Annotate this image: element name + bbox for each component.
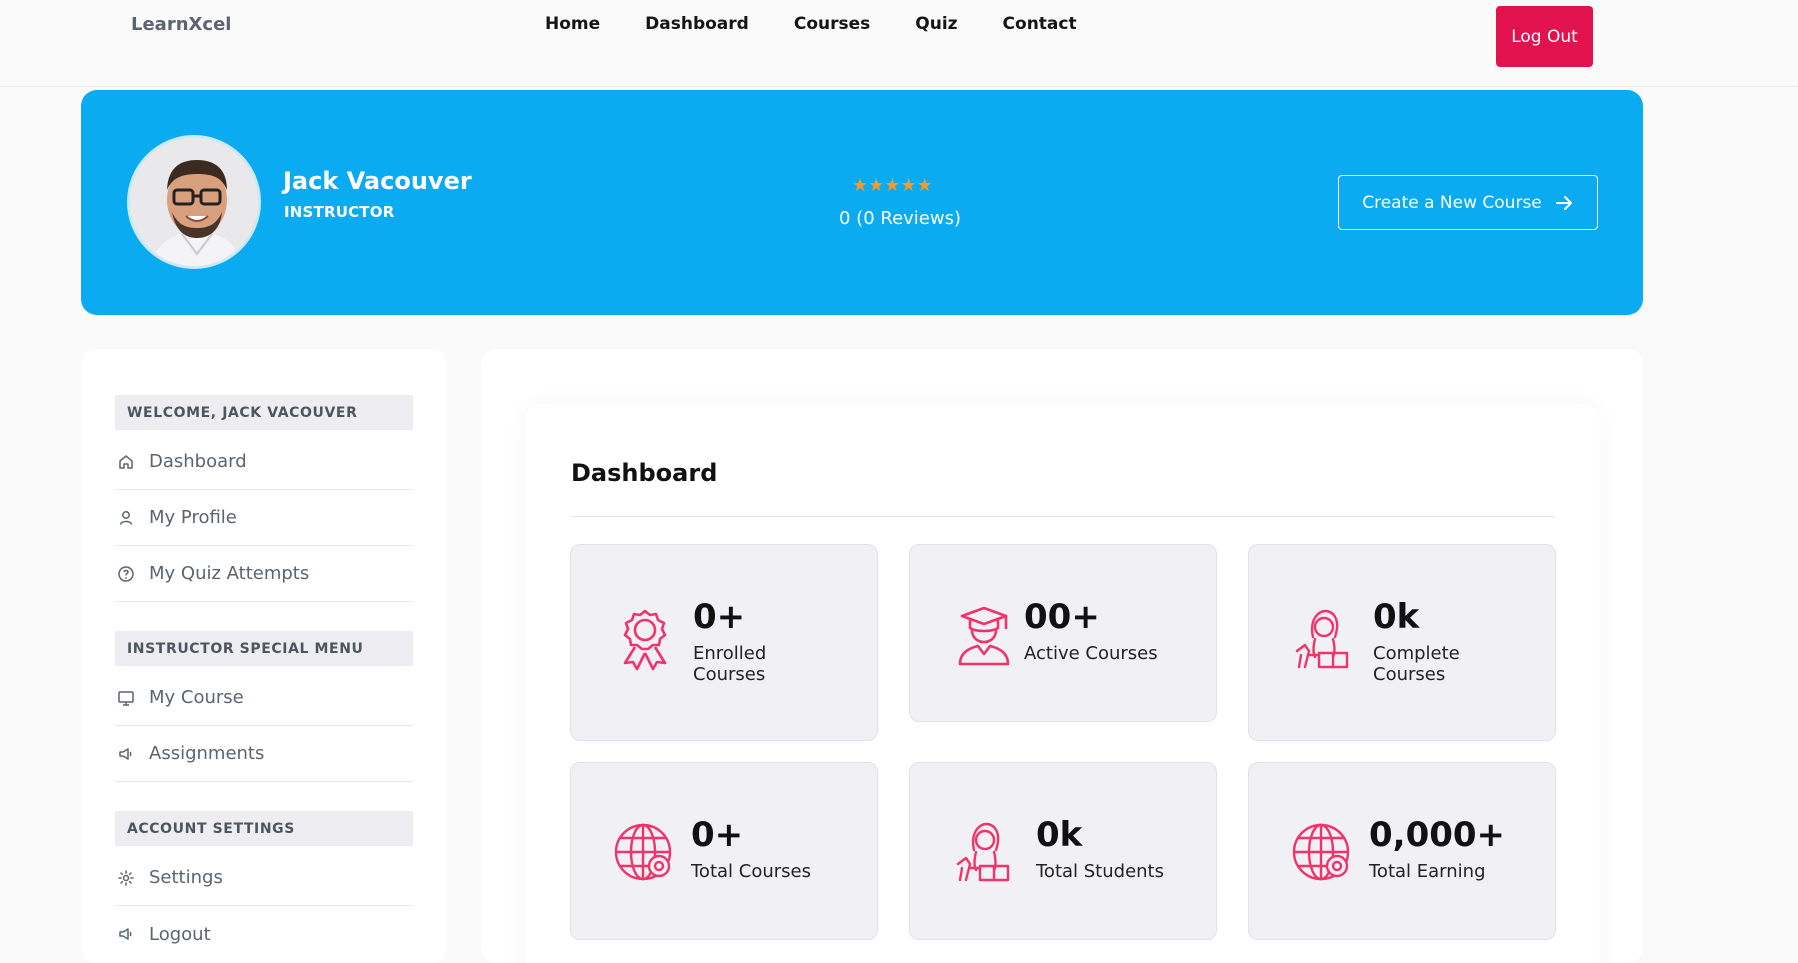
- stat-card-enrolled: 0+ Enrolled Courses: [570, 544, 878, 741]
- student-reading-icon: [1295, 609, 1349, 669]
- stat-card-total-students: 0k Total Students: [909, 762, 1217, 940]
- sidebar-item-label: My Quiz Attempts: [149, 563, 310, 584]
- stat-card-total-earning: 0,000+ Total Earning: [1248, 762, 1556, 940]
- instructor-menu-heading: INSTRUCTOR SPECIAL MENU: [115, 631, 413, 666]
- stat-value: 00+: [1024, 597, 1100, 637]
- gear-icon: [115, 869, 149, 887]
- award-ribbon-icon: [623, 609, 667, 671]
- stat-card-complete: 0k Complete Courses: [1248, 544, 1556, 741]
- stat-card-total-courses: 0+ Total Courses: [570, 762, 878, 940]
- stat-label: Enrolled Courses: [693, 643, 767, 685]
- student-reading-icon: [956, 822, 1010, 882]
- logout-button[interactable]: Log Out: [1496, 6, 1593, 67]
- stat-label: Active Courses: [1024, 643, 1158, 664]
- nav-dashboard[interactable]: Dashboard: [645, 14, 749, 34]
- sidebar-item-label: Dashboard: [149, 451, 247, 472]
- globe-icon: [1292, 823, 1350, 881]
- profile-banner: Jack Vacouver INSTRUCTOR ★★★★★ 0 (0 Revi…: [81, 90, 1643, 315]
- rating-stars: ★★★★★: [852, 175, 933, 195]
- main-nav: Home Dashboard Courses Quiz Contact: [545, 14, 1122, 34]
- stat-label: Complete Courses: [1373, 643, 1460, 685]
- user-icon: [115, 509, 149, 527]
- graduate-icon: [958, 606, 1010, 666]
- top-navbar: LearnXcel Home Dashboard Courses Quiz Co…: [0, 0, 1798, 87]
- megaphone-icon: [115, 925, 149, 943]
- dashboard-sidebar: WELCOME, JACK VACOUVER Dashboard My Prof…: [81, 349, 447, 963]
- sidebar-item-label: My Course: [149, 687, 244, 708]
- globe-icon: [614, 823, 672, 881]
- sidebar-item-assignments[interactable]: Assignments: [115, 726, 413, 782]
- instructor-name: Jack Vacouver: [283, 167, 472, 195]
- megaphone-icon: [115, 745, 149, 763]
- nav-courses[interactable]: Courses: [794, 14, 870, 34]
- stat-value: 0,000+: [1369, 815, 1506, 855]
- create-course-button[interactable]: Create a New Course: [1338, 175, 1598, 230]
- stat-value: 0+: [691, 815, 744, 855]
- sidebar-item-label: Logout: [149, 923, 211, 945]
- dashboard-main: Dashboard 0+ Enrolled Courses 00+ Active…: [481, 349, 1643, 963]
- sidebar-item-my-profile[interactable]: My Profile: [115, 490, 413, 546]
- stat-label: Total Courses: [691, 861, 811, 882]
- stat-value: 0k: [1373, 597, 1420, 637]
- instructor-role: INSTRUCTOR: [284, 203, 395, 221]
- stat-label: Total Students: [1036, 861, 1164, 882]
- welcome-heading: WELCOME, JACK VACOUVER: [115, 395, 413, 430]
- sidebar-item-label: My Profile: [149, 507, 237, 528]
- stat-value: 0k: [1036, 815, 1083, 855]
- arrow-right-icon: [1555, 195, 1572, 210]
- review-count: 0 (0 Reviews): [839, 208, 961, 229]
- dashboard-content: Dashboard 0+ Enrolled Courses 00+ Active…: [525, 404, 1599, 963]
- monitor-icon: [115, 689, 149, 707]
- sidebar-item-dashboard[interactable]: Dashboard: [115, 434, 413, 490]
- create-course-label: Create a New Course: [1362, 192, 1542, 213]
- sidebar-item-label: Settings: [149, 867, 223, 888]
- brand-logo[interactable]: LearnXcel: [131, 14, 231, 35]
- sidebar-item-settings[interactable]: Settings: [115, 850, 413, 906]
- home-icon: [115, 453, 149, 471]
- sidebar-item-my-course[interactable]: My Course: [115, 670, 413, 726]
- nav-quiz[interactable]: Quiz: [915, 14, 957, 34]
- sidebar-item-label: Assignments: [149, 743, 265, 764]
- stat-card-active: 00+ Active Courses: [909, 544, 1217, 722]
- avatar: [127, 135, 261, 269]
- stat-value: 0+: [693, 597, 746, 637]
- sidebar-item-logout[interactable]: Logout: [115, 906, 413, 962]
- nav-home[interactable]: Home: [545, 14, 600, 34]
- help-circle-icon: [115, 565, 149, 583]
- sidebar-item-quiz-attempts[interactable]: My Quiz Attempts: [115, 546, 413, 602]
- account-settings-heading: ACCOUNT SETTINGS: [115, 811, 413, 846]
- stat-label: Total Earning: [1369, 861, 1486, 882]
- page-title: Dashboard: [571, 459, 718, 487]
- title-divider: [571, 516, 1555, 517]
- nav-contact[interactable]: Contact: [1003, 14, 1077, 34]
